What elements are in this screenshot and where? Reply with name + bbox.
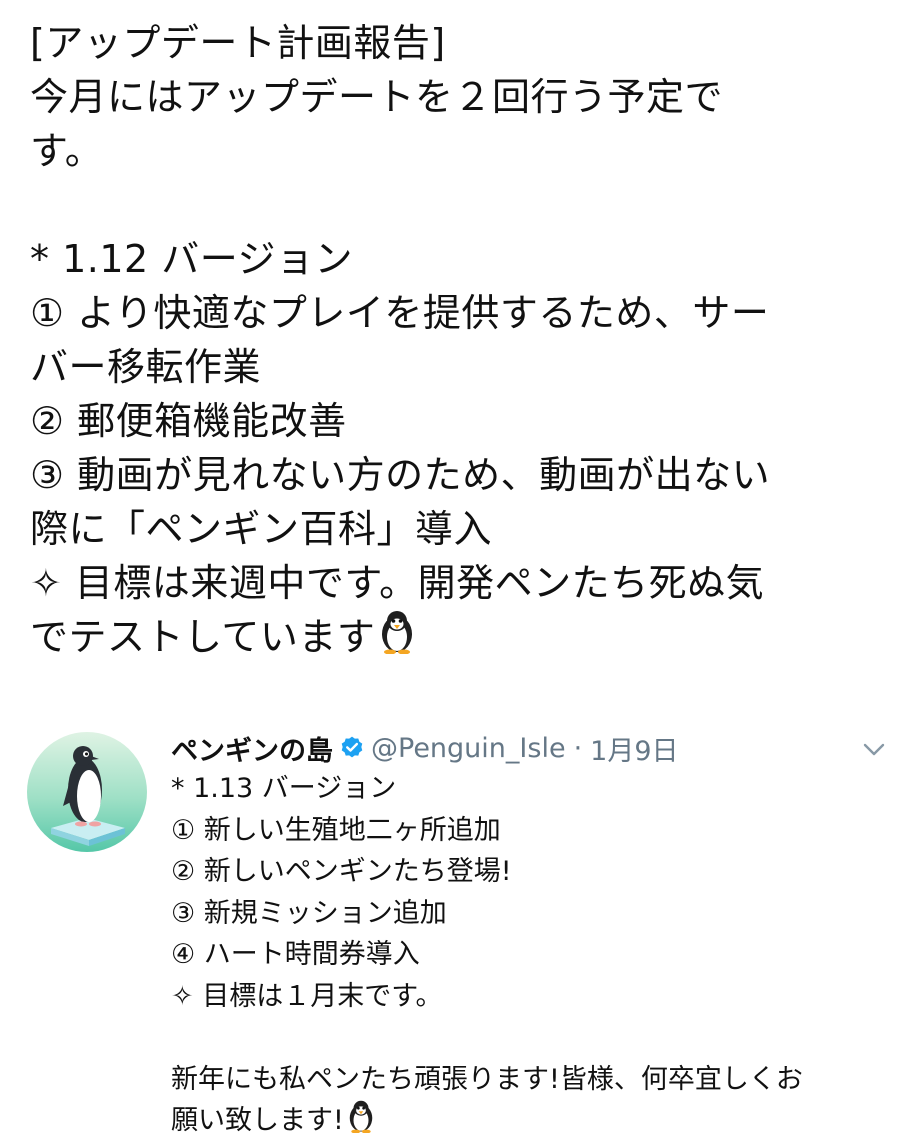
tweet-line: す。 bbox=[30, 129, 104, 173]
tweet-line: 今月にはアップデートを２回行う予定で bbox=[30, 75, 724, 119]
tweet-line: * 1.12 バージョン bbox=[30, 237, 354, 281]
display-name[interactable]: ペンギンの島 bbox=[171, 729, 333, 768]
tweet-line: ② 郵便箱機能改善 bbox=[30, 399, 347, 443]
tweet-line: ③ 動画が見れない方のため、動画が出ない bbox=[30, 453, 771, 497]
quoted-tweet-line: ④ ハート時間券導入 bbox=[171, 939, 420, 970]
tweet-header: ペンギンの島 @Penguin_Isle · 1月9日 bbox=[171, 728, 891, 768]
tweet-line-last: でテストしています bbox=[30, 610, 900, 664]
quoted-tweet-line-last: 願い致します! bbox=[171, 1100, 891, 1142]
tweet-line: ① より快適なプレイを提供するため、サー bbox=[30, 291, 770, 335]
quoted-tweet-blank-line bbox=[171, 1017, 891, 1059]
quoted-tweet-body: ペンギンの島 @Penguin_Isle · 1月9日 * 1.13 バージョン… bbox=[171, 728, 891, 1142]
quoted-tweet-line: * 1.13 バージョン bbox=[171, 773, 397, 804]
tweet-line: バー移転作業 bbox=[30, 345, 262, 389]
quoted-tweet-line: 新年にも私ペンたち頑張ります!皆様、何卒宜しくお bbox=[171, 1063, 803, 1095]
tweet-line: [アップデート計画報告] bbox=[30, 21, 446, 65]
chevron-down-icon[interactable] bbox=[859, 734, 889, 764]
quoted-tweet-line: ③ 新規ミッション追加 bbox=[171, 897, 447, 929]
avatar[interactable] bbox=[27, 732, 147, 852]
verified-badge-icon bbox=[339, 735, 365, 761]
quoted-tweet-line: ① 新しい生殖地二ヶ所追加 bbox=[171, 814, 501, 846]
tweet-date[interactable]: 1月9日 bbox=[590, 729, 678, 768]
tweet-line-text: でテストしています bbox=[30, 615, 376, 659]
quoted-tweet-line-text: 願い致します! bbox=[171, 1105, 344, 1136]
header-separator: · bbox=[573, 732, 583, 764]
tweet-text: [アップデート計画報告] 今月にはアップデートを２回行う予定で す。 * 1.1… bbox=[30, 16, 900, 664]
quoted-tweet[interactable]: ペンギンの島 @Penguin_Isle · 1月9日 * 1.13 バージョン… bbox=[27, 728, 897, 1147]
user-handle[interactable]: @Penguin_Isle bbox=[371, 733, 566, 764]
quoted-tweet-line: ✧ 目標は１月末です。 bbox=[171, 980, 443, 1012]
tweet-line: ✧ 目標は来週中です。開発ペンたち死ぬ気 bbox=[30, 561, 765, 605]
tweet-line: 際に「ペンギン百科」導入 bbox=[30, 507, 493, 551]
penguin-emoji-icon bbox=[377, 610, 417, 668]
quoted-tweet-line: ② 新しいペンギンたち登場! bbox=[171, 856, 512, 887]
penguin-emoji-icon bbox=[346, 1100, 376, 1146]
